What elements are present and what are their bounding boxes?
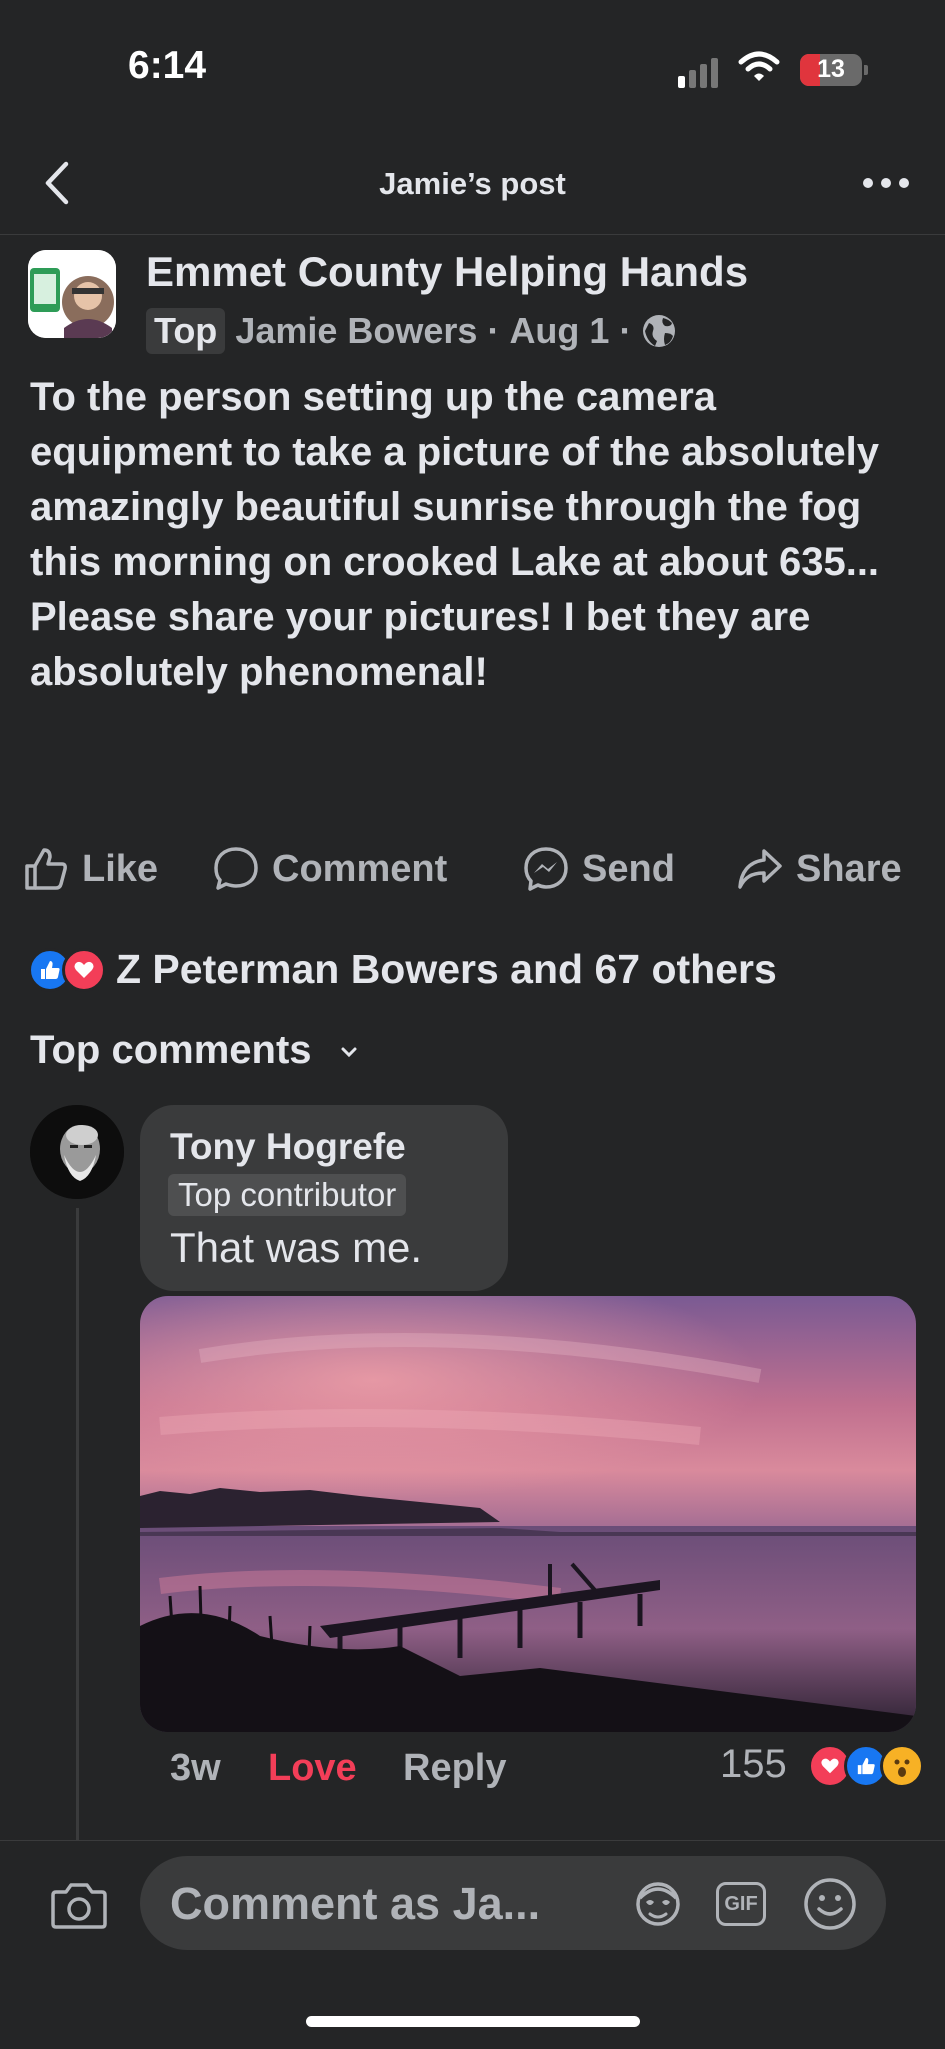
chevron-down-icon <box>341 1047 357 1058</box>
like-button[interactable]: Like <box>22 845 158 893</box>
globe-icon <box>643 315 676 347</box>
top-badge: Top <box>146 308 226 354</box>
gif-button[interactable]: GIF <box>716 1882 766 1926</box>
commenter-avatar[interactable] <box>30 1105 124 1199</box>
page-title: Jamie’s post <box>379 166 566 201</box>
meta-separator: · <box>619 310 632 351</box>
home-indicator <box>306 2016 640 2027</box>
commenter-photo-icon <box>30 1105 124 1199</box>
battery-icon: 13 <box>800 54 868 86</box>
post-body: To the person setting up the camera equi… <box>30 375 880 694</box>
send-button[interactable]: Send <box>522 845 675 893</box>
comment-button[interactable]: Comment <box>212 845 447 893</box>
group-avatar[interactable] <box>28 250 116 338</box>
group-name[interactable]: Emmet County Helping Hands <box>146 248 748 296</box>
send-label: Send <box>582 847 675 890</box>
group-photo-icon <box>28 250 116 338</box>
battery-level: 13 <box>817 55 845 83</box>
comment-label: Comment <box>272 847 448 890</box>
share-button[interactable]: Share <box>736 845 902 893</box>
status-time: 6:14 <box>128 44 207 87</box>
comment-text: That was me. <box>170 1224 423 1271</box>
comment-love-button[interactable]: Love <box>268 1747 357 1790</box>
share-arrow-icon <box>738 849 782 889</box>
more-options-button[interactable] <box>862 176 910 190</box>
sunrise-lake-image <box>140 1296 916 1732</box>
post-meta: Top Jamie Bowers · Aug 1 · <box>146 308 677 354</box>
love-reaction-icon <box>62 947 106 992</box>
avatar-sticker-icon[interactable] <box>630 1876 686 1932</box>
comment-input-placeholder: Comment as Ja... <box>170 1878 541 1929</box>
top-contributor-badge: Top contributor <box>168 1174 407 1216</box>
emoji-icon[interactable] <box>802 1876 858 1932</box>
share-label: Share <box>796 847 902 890</box>
comments-sort-dropdown[interactable]: Top comments <box>30 1028 359 1073</box>
wifi-icon <box>738 51 780 81</box>
wow-reaction-icon <box>880 1744 924 1788</box>
post-date[interactable]: Aug 1 <box>509 310 609 352</box>
reactions-text: Z Peterman Bowers and 67 others <box>116 946 777 992</box>
gif-label: GIF <box>724 1892 758 1915</box>
commenter-name[interactable]: Tony Hogrefe <box>170 1126 406 1168</box>
comment-time: 3w <box>170 1747 221 1789</box>
header-divider <box>0 234 945 235</box>
camera-icon[interactable] <box>50 1880 108 1930</box>
comment-reply-button[interactable]: Reply <box>403 1747 506 1790</box>
thumbs-up-icon <box>25 848 67 890</box>
comment-reactions <box>808 1744 924 1788</box>
comment-photo[interactable] <box>140 1296 916 1732</box>
messenger-icon <box>524 847 568 891</box>
meta-separator: · <box>487 310 500 351</box>
comments-sort-label: Top comments <box>30 1028 312 1072</box>
thread-line <box>76 1208 79 1848</box>
cellular-signal-icon <box>678 58 718 88</box>
comment-bubble-icon <box>214 847 258 890</box>
like-label: Like <box>82 847 159 890</box>
comment-reaction-count[interactable]: 155 <box>720 1742 787 1787</box>
reactions-summary[interactable]: Z Peterman Bowers and 67 others <box>28 946 777 993</box>
author-name[interactable]: Jamie Bowers <box>235 310 477 352</box>
